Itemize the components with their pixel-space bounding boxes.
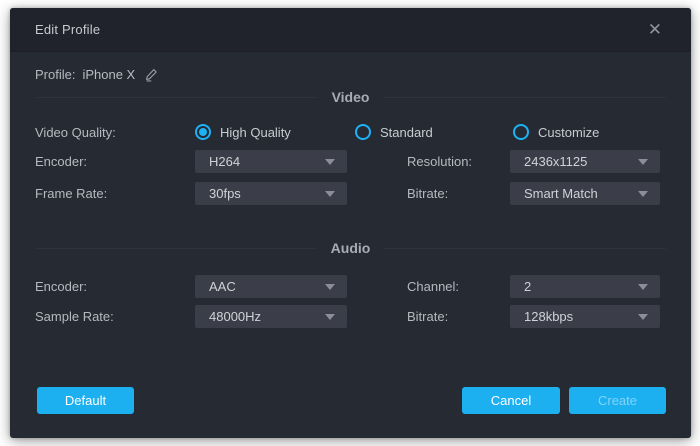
dropdown-value: 30fps bbox=[209, 186, 241, 201]
close-button[interactable]: ✕ bbox=[644, 19, 666, 40]
video-resolution-label: Resolution: bbox=[347, 154, 510, 169]
dropdown-value: H264 bbox=[209, 154, 240, 169]
video-quality-label: Video Quality: bbox=[35, 125, 195, 140]
dialog-titlebar: Edit Profile ✕ bbox=[10, 8, 691, 52]
video-resolution-dropdown[interactable]: 2436x1125 bbox=[510, 150, 660, 173]
profile-label: Profile: bbox=[35, 67, 75, 82]
dropdown-value: 2 bbox=[524, 279, 531, 294]
radio-standard[interactable]: Standard bbox=[355, 124, 513, 140]
caret-down-icon bbox=[638, 191, 648, 197]
caret-down-icon bbox=[325, 159, 335, 165]
video-section-title: Video bbox=[318, 89, 384, 105]
radio-customize[interactable]: Customize bbox=[513, 124, 599, 140]
divider-line bbox=[35, 248, 317, 249]
radio-unselected-icon bbox=[355, 124, 371, 140]
radio-label: High Quality bbox=[220, 125, 291, 140]
video-encoder-label: Encoder: bbox=[35, 154, 195, 169]
cancel-button[interactable]: Cancel bbox=[462, 387, 560, 414]
audio-samplerate-dropdown[interactable]: 48000Hz bbox=[195, 305, 347, 328]
profile-name: iPhone X bbox=[82, 67, 135, 82]
audio-fields: Encoder: AAC Channel: 2 Sample Rate: 480… bbox=[35, 275, 666, 328]
default-button[interactable]: Default bbox=[37, 387, 134, 414]
dropdown-value: AAC bbox=[209, 279, 236, 294]
dropdown-value: Smart Match bbox=[524, 186, 598, 201]
caret-down-icon bbox=[325, 284, 335, 290]
video-encoder-dropdown[interactable]: H264 bbox=[195, 150, 347, 173]
audio-section-header: Audio bbox=[35, 239, 666, 257]
divider-line bbox=[35, 97, 318, 98]
create-button[interactable]: Create bbox=[569, 387, 666, 414]
pencil-icon bbox=[144, 67, 159, 82]
edit-profile-dialog: Edit Profile ✕ Profile: iPhone X Video V… bbox=[10, 8, 691, 438]
radio-label: Standard bbox=[380, 125, 433, 140]
caret-down-icon bbox=[325, 314, 335, 320]
close-icon: ✕ bbox=[648, 20, 662, 39]
audio-bitrate-dropdown[interactable]: 128kbps bbox=[510, 305, 660, 328]
video-section-header: Video bbox=[35, 88, 666, 106]
profile-row: Profile: iPhone X bbox=[35, 64, 666, 84]
audio-channel-dropdown[interactable]: 2 bbox=[510, 275, 660, 298]
video-quality-row: Video Quality: High Quality Standard Cus… bbox=[35, 123, 666, 141]
dropdown-value: 128kbps bbox=[524, 309, 573, 324]
video-framerate-label: Frame Rate: bbox=[35, 186, 195, 201]
radio-selected-icon bbox=[195, 124, 211, 140]
divider-line bbox=[384, 248, 666, 249]
dialog-footer: Default Cancel Create bbox=[35, 387, 666, 414]
audio-bitrate-label: Bitrate: bbox=[347, 309, 510, 324]
audio-encoder-label: Encoder: bbox=[35, 279, 195, 294]
radio-unselected-icon bbox=[513, 124, 529, 140]
audio-channel-label: Channel: bbox=[347, 279, 510, 294]
dropdown-value: 48000Hz bbox=[209, 309, 261, 324]
radio-label: Customize bbox=[538, 125, 599, 140]
edit-profile-name-button[interactable] bbox=[144, 67, 159, 82]
divider-line bbox=[383, 97, 666, 98]
video-fields: Encoder: H264 Resolution: 2436x1125 Fram… bbox=[35, 150, 666, 205]
caret-down-icon bbox=[638, 314, 648, 320]
dialog-title: Edit Profile bbox=[35, 22, 100, 37]
video-framerate-dropdown[interactable]: 30fps bbox=[195, 182, 347, 205]
video-bitrate-label: Bitrate: bbox=[347, 186, 510, 201]
caret-down-icon bbox=[325, 191, 335, 197]
audio-encoder-dropdown[interactable]: AAC bbox=[195, 275, 347, 298]
caret-down-icon bbox=[638, 159, 648, 165]
caret-down-icon bbox=[638, 284, 648, 290]
audio-section-title: Audio bbox=[317, 240, 385, 256]
dropdown-value: 2436x1125 bbox=[524, 154, 587, 169]
audio-samplerate-label: Sample Rate: bbox=[35, 309, 195, 324]
video-bitrate-dropdown[interactable]: Smart Match bbox=[510, 182, 660, 205]
radio-high-quality[interactable]: High Quality bbox=[195, 124, 355, 140]
dialog-content: Profile: iPhone X Video Video Quality: H… bbox=[10, 64, 691, 414]
